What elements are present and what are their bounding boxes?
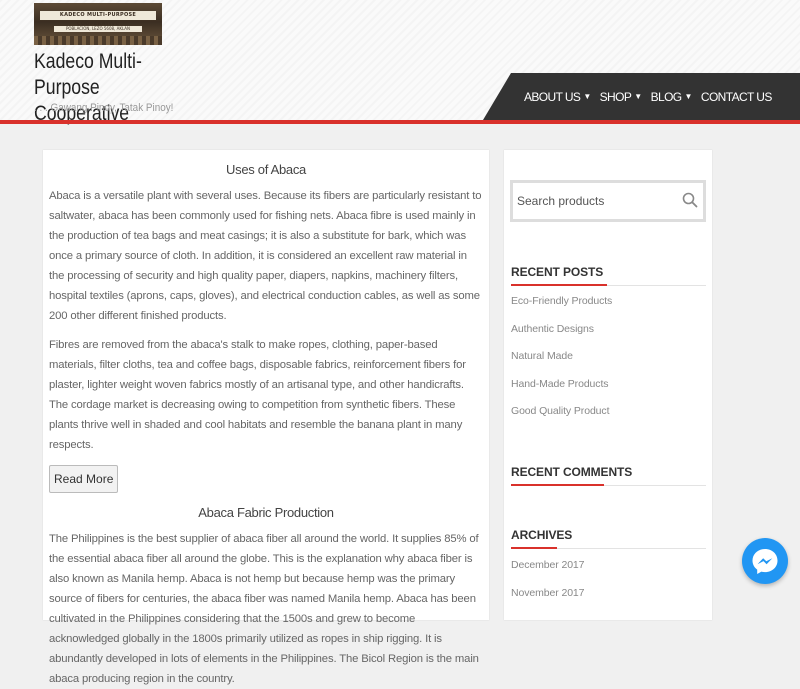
recent-post-link[interactable]: Hand-Made Products [511,377,612,405]
caret-down-icon: ▼ [634,92,642,101]
article-title[interactable]: Uses of Abaca [49,162,483,177]
recent-posts-list: Eco-Friendly Products Authentic Designs … [511,294,612,432]
nav-label: ABOUT US [524,89,581,104]
product-search-form [510,180,706,222]
search-input[interactable] [517,189,677,213]
nav-item-blog[interactable]: BLOG ▼ [650,89,693,104]
article-paragraph: Abaca is a versatile plant with several … [49,190,482,322]
nav-item-contact-us[interactable]: CONTACT US [700,89,773,104]
nav-label: BLOG [650,89,683,104]
recent-posts-heading: RECENT POSTS [511,265,604,279]
recent-post-link[interactable]: Authentic Designs [511,322,612,350]
recent-post-link[interactable]: Eco-Friendly Products [511,294,612,322]
messenger-chat-button[interactable] [742,538,788,584]
nav-label: SHOP [599,89,632,104]
header-accent-bar [0,120,800,124]
site-title[interactable]: Kadeco Multi-Purpose Cooperative [34,49,181,127]
article-title[interactable]: Abaca Fabric Production [49,505,483,520]
site-tagline: . . . Gawang Pinoy, Tatak Pinoy! [34,102,174,114]
logo-subtext: POBLACION, LEZO 5608, AKLAN [54,26,142,32]
recent-comments-heading: RECENT COMMENTS [511,465,633,479]
archives-heading: ARCHIVES [511,528,573,542]
nav-label: CONTACT US [700,89,773,104]
heading-underline [511,284,607,286]
recent-post-link[interactable]: Good Quality Product [511,404,612,432]
sidebar: RECENT POSTS Eco-Friendly Products Authe… [504,150,712,620]
article-uses-of-abaca: Uses of Abaca Abaca is a versatile plant… [49,162,483,503]
caret-down-icon: ▼ [583,92,591,101]
content-area: Uses of Abaca Abaca is a versatile plant… [43,150,489,685]
search-icon[interactable] [681,191,699,209]
archive-link[interactable]: December 2017 [511,558,585,586]
recent-post-link[interactable]: Natural Made [511,349,612,377]
site-header: KADECO MULTI-PURPOSE COOPERATIVE POBLACI… [0,0,800,125]
heading-underline [511,484,604,486]
archive-link[interactable]: November 2017 [511,586,585,614]
article-paragraph: Fibres are removed from the abaca's stal… [49,339,466,451]
main-navigation: ABOUT US ▼ SHOP ▼ BLOG ▼ CONTACT US [483,73,800,120]
article-abaca-fabric-production: Abaca Fabric Production The Philippines … [49,505,483,689]
site-logo[interactable]: KADECO MULTI-PURPOSE COOPERATIVE POBLACI… [34,3,162,45]
caret-down-icon: ▼ [684,92,693,101]
logo-text: KADECO MULTI-PURPOSE COOPERATIVE [40,11,156,27]
nav-item-about-us[interactable]: ABOUT US ▼ [524,90,591,104]
nav-item-shop[interactable]: SHOP ▼ [599,89,643,104]
read-more-button[interactable]: Read More [49,465,119,493]
logo-pattern [34,36,162,45]
archives-list: December 2017 November 2017 [511,558,585,614]
article-paragraph: The Philippines is the best supplier of … [49,533,479,685]
heading-underline [511,547,557,549]
messenger-icon [752,549,778,574]
